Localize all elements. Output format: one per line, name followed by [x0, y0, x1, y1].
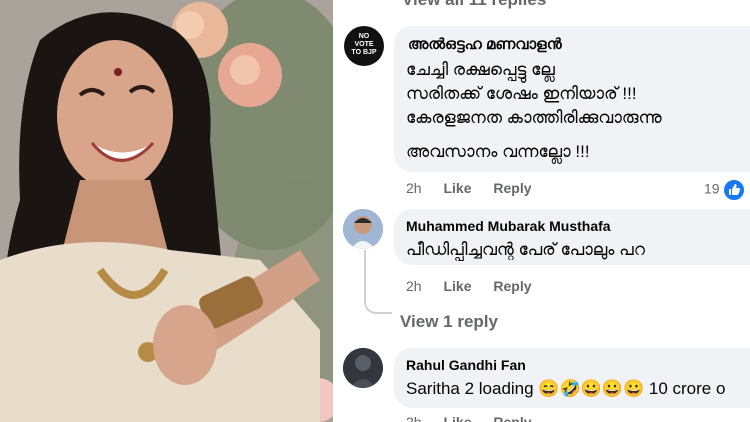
- like-button[interactable]: Like: [443, 180, 471, 196]
- view-reply-link[interactable]: View 1 reply: [400, 312, 498, 332]
- avatar[interactable]: [343, 209, 383, 249]
- comment-meta: 2h Like Reply: [406, 414, 550, 422]
- avatar[interactable]: [343, 348, 383, 388]
- photo-panel: [0, 0, 333, 422]
- reaction-summary[interactable]: 19: [704, 178, 746, 202]
- reply-button[interactable]: Reply: [493, 180, 531, 196]
- comment-time: 2h: [406, 278, 422, 294]
- reply-button[interactable]: Reply: [493, 278, 531, 294]
- avatar-text-line: NO: [358, 33, 370, 40]
- like-button[interactable]: Like: [443, 278, 471, 294]
- reply-button[interactable]: Reply: [493, 414, 531, 422]
- comments-panel: View all 11 replies NO VOTE TO BJP അൽഒട്…: [336, 0, 750, 422]
- comment-time: 2h: [406, 414, 422, 422]
- comment-author[interactable]: Rahul Gandhi Fan: [406, 357, 526, 373]
- comment-text-line: ചേച്ചി രക്ഷപ്പെട്ടു ല്ലേ: [406, 60, 555, 79]
- thumbs-up-icon: [721, 178, 746, 202]
- reaction-count: 19: [704, 180, 720, 197]
- comment-text-line: അവസാനം വന്നല്ലോ !!!: [406, 142, 590, 161]
- comment-text-line: സരിതക്ക് ശേഷം ഇനിയാര് !!!: [406, 84, 637, 103]
- like-button[interactable]: Like: [443, 414, 471, 422]
- avatar-text-line: VOTE: [354, 41, 374, 48]
- avatar[interactable]: NO VOTE TO BJP: [344, 26, 384, 66]
- comment-author[interactable]: Muhammed Mubarak Musthafa: [406, 218, 611, 234]
- comment-meta: 2h Like Reply: [406, 180, 550, 196]
- comment-text-line: കേരളജനത കാത്തിരിക്കുവാരുന്നു: [406, 108, 662, 127]
- woman-photo: [0, 0, 333, 422]
- view-all-replies-link[interactable]: View all 11 replies: [402, 0, 546, 10]
- comment-meta: 2h Like Reply: [406, 278, 550, 294]
- thread-line: [364, 250, 392, 314]
- comment-text-line: പീഡിപ്പിച്ചവന്റ പേര് പോലും പറ: [406, 240, 645, 259]
- comment-time: 2h: [406, 180, 422, 196]
- avatar-text-line: TO BJP: [351, 49, 377, 56]
- comment-text-line: Saritha 2 loading 😄🤣😀😀😀 10 crore o: [406, 379, 726, 398]
- comment-author[interactable]: അൽഒട്ടഹ മണവാളൻ: [408, 36, 562, 53]
